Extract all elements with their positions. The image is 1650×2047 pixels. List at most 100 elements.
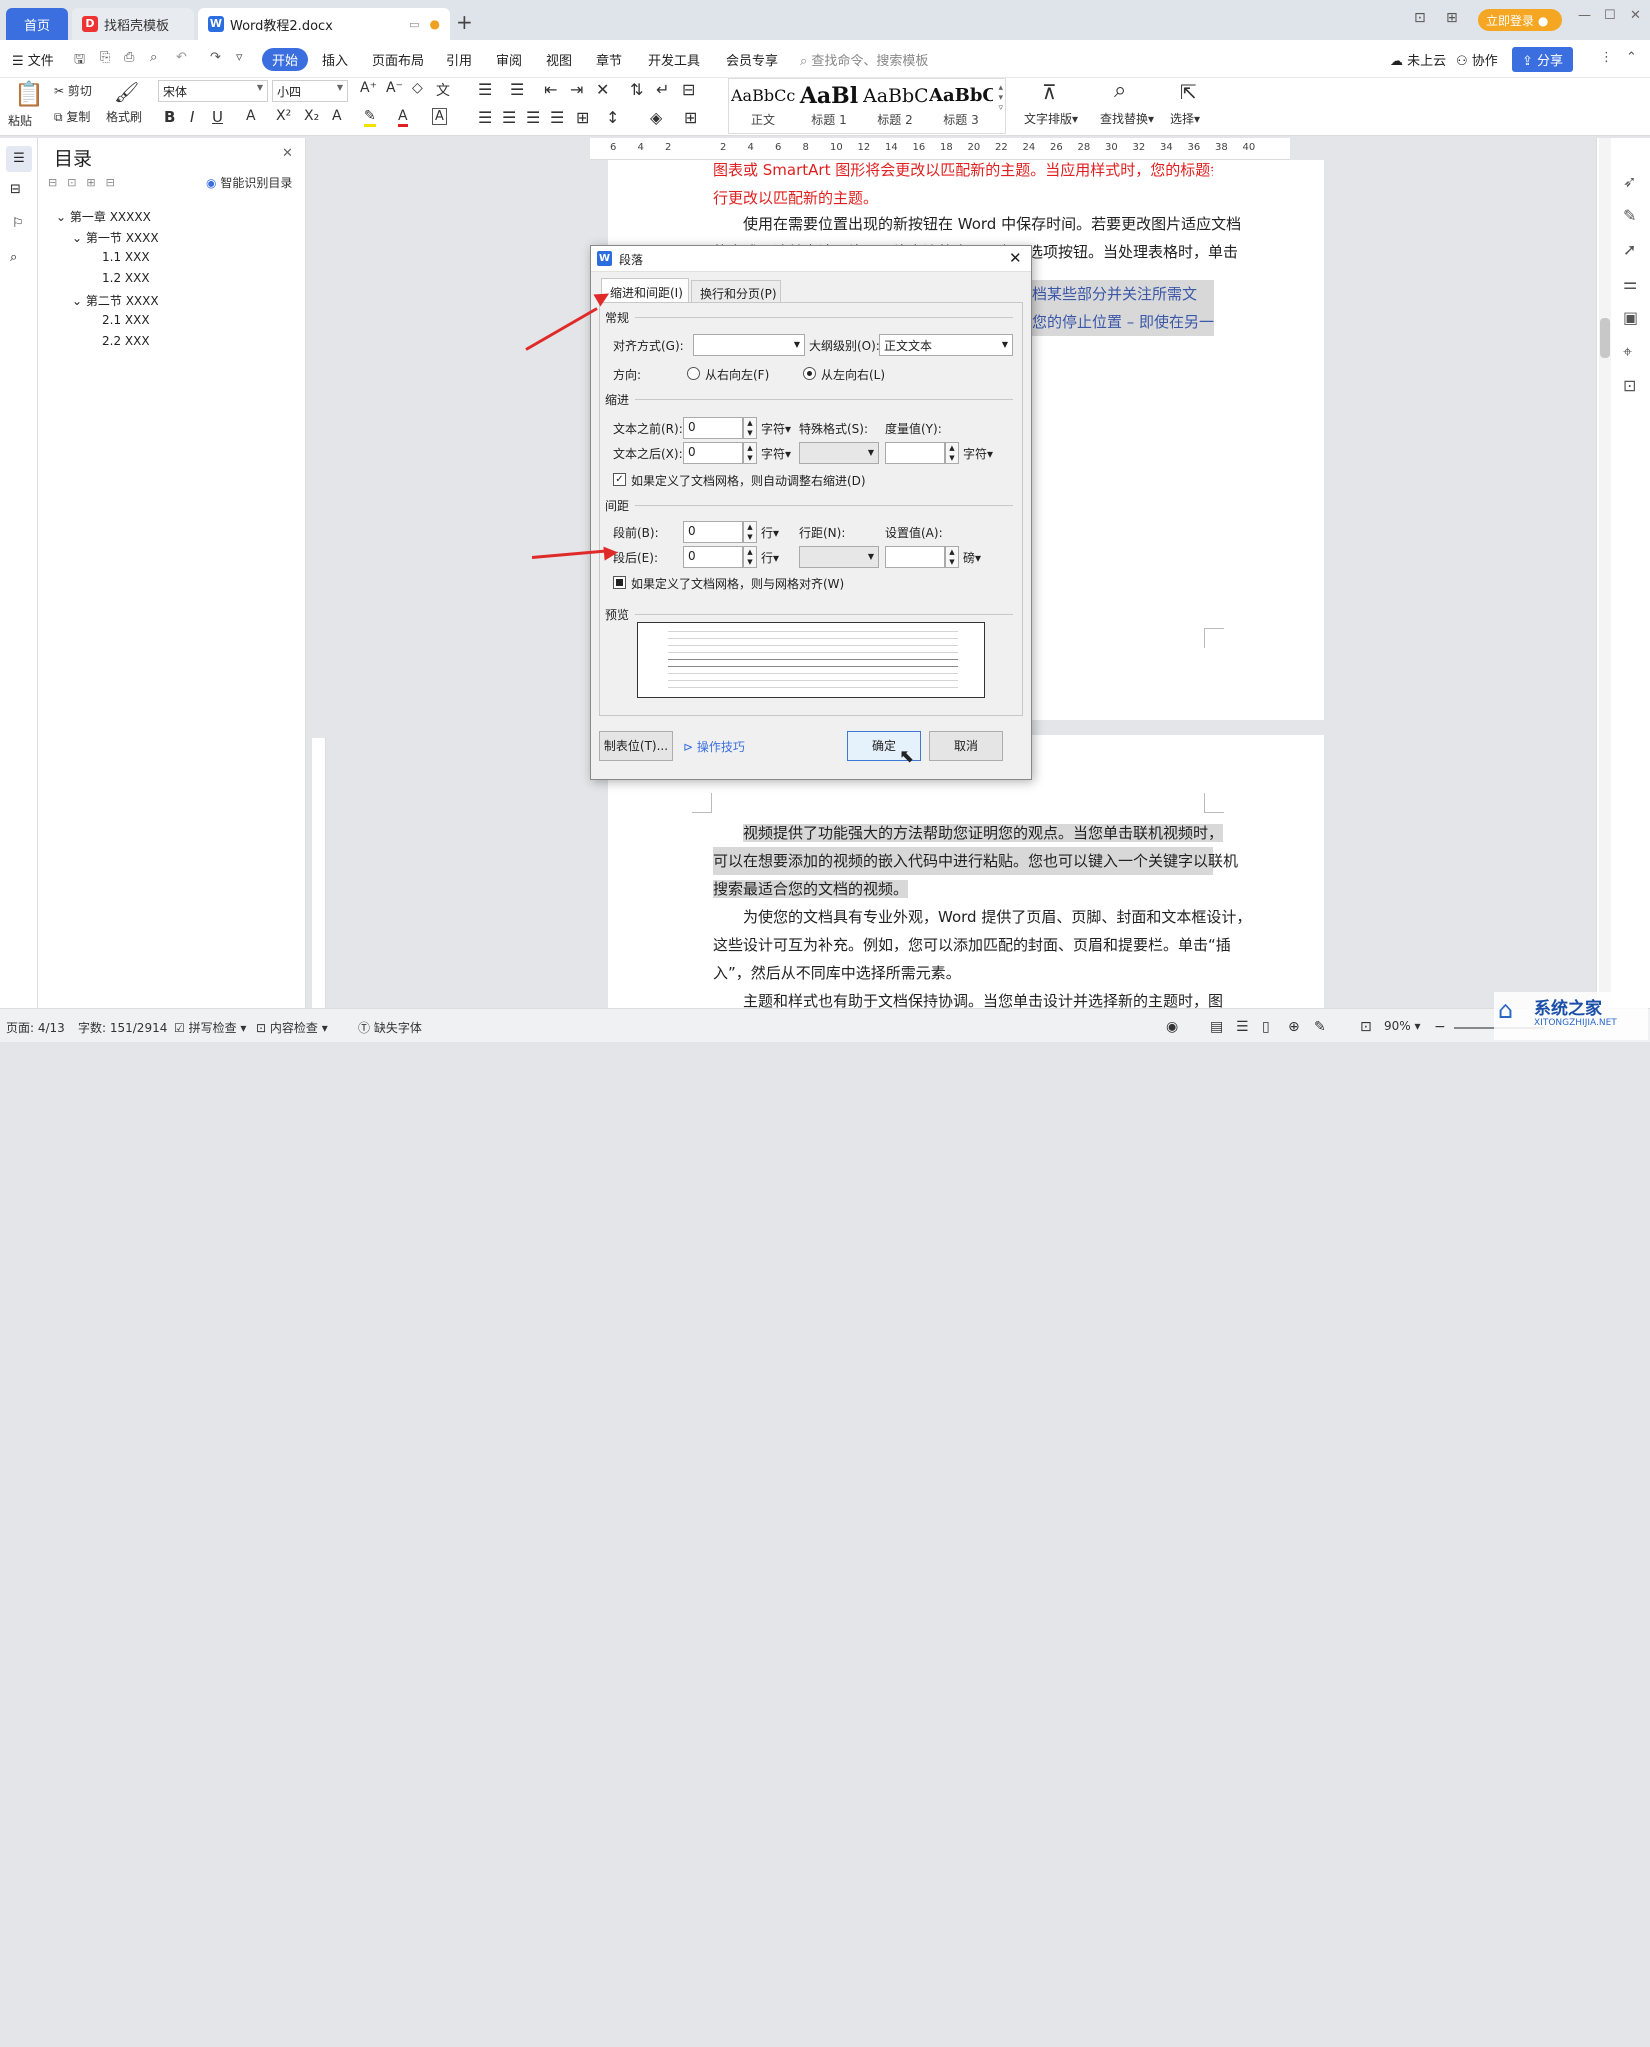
zoom-out-icon[interactable]: − <box>1434 1019 1446 1035</box>
sort-icon[interactable]: ⇅ <box>630 80 643 99</box>
unit-select[interactable]: 字符▾ <box>761 420 791 437</box>
menu-chapter[interactable]: 章节 <box>596 50 622 69</box>
bullets-icon[interactable]: ☰ <box>478 80 492 99</box>
tab-home[interactable]: 首页 <box>6 8 68 40</box>
vertical-ruler[interactable] <box>312 738 326 1008</box>
spinner[interactable]: ▲ ▼ <box>743 417 757 439</box>
dialog-titlebar[interactable]: W 段落 ✕ <box>591 246 1031 272</box>
unit-select[interactable]: 字符▾ <box>761 445 791 462</box>
minimize-icon[interactable]: — <box>1578 8 1591 23</box>
toc-item[interactable]: ⌄ 第一节 XXXX <box>72 229 159 246</box>
close-panel-icon[interactable]: ✕ <box>282 146 293 161</box>
more-dropdown-icon[interactable]: ▿ <box>236 50 243 65</box>
doc-line-highlight[interactable]: 档某些部分并关注所需文本。 <box>1032 280 1214 331</box>
close-window-icon[interactable]: ✕ <box>1630 8 1641 23</box>
zoom-select[interactable]: 90% ▾ <box>1384 1019 1421 1033</box>
show-marks-icon[interactable]: ↵ <box>656 80 669 99</box>
word-count[interactable]: 字数: 151/2914 <box>78 1019 167 1036</box>
paste-icon[interactable]: 📋 <box>14 80 44 108</box>
unit-select[interactable]: 行▾ <box>761 549 779 566</box>
more-icon[interactable]: ⋮ <box>1600 50 1613 65</box>
spinner[interactable]: ▲ ▼ <box>743 546 757 568</box>
tab-indent-spacing[interactable]: 缩进和间距(I) <box>601 278 689 303</box>
align-right-icon[interactable]: ☰ <box>526 108 540 127</box>
style-scroll-icon[interactable]: ▴ ▾ ▿ <box>998 83 1003 113</box>
ltr-radio[interactable] <box>803 367 816 380</box>
page-view-icon[interactable]: ▤ <box>1210 1019 1223 1035</box>
toc-item[interactable]: ⌄ 第一章 XXXXX <box>56 208 151 225</box>
menu-file[interactable]: ☰ 文件 <box>12 50 54 69</box>
collapse-ribbon-icon[interactable]: ⌃ <box>1626 50 1637 65</box>
cancel-button[interactable]: 取消 <box>929 731 1003 761</box>
unit-select[interactable]: 字符▾ <box>963 445 993 462</box>
superscript-icon[interactable]: X² <box>276 108 291 124</box>
select-cursor-icon[interactable]: ⇱ <box>1180 80 1197 104</box>
outline-select[interactable]: 正文文本 ▼ <box>879 334 1013 356</box>
menu-dev[interactable]: 开发工具 <box>648 50 700 69</box>
text-layout-button[interactable]: 文字排版▾ <box>1024 110 1078 127</box>
adjust-icon[interactable]: ⚌ <box>1623 274 1637 293</box>
doc-line-highlight[interactable]: 您的停止位置 – 即使在另一 <box>1032 308 1214 336</box>
after-para-input[interactable]: 0 <box>683 546 743 568</box>
undo-icon[interactable]: ↶ <box>176 50 187 65</box>
format-painter-button[interactable]: 格式刷 <box>106 108 142 125</box>
format-painter-icon[interactable]: 🖌 <box>114 80 139 104</box>
style-normal[interactable]: AaBbCcI 正文 <box>731 81 795 133</box>
dialog-close-icon[interactable]: ✕ <box>1009 249 1022 267</box>
set-value-input[interactable] <box>885 546 945 568</box>
rocket-icon[interactable]: ➶ <box>1623 172 1636 191</box>
spinner[interactable]: ▲ ▼ <box>945 442 959 464</box>
menu-reference[interactable]: 引用 <box>446 50 472 69</box>
maximize-icon[interactable]: ☐ <box>1604 8 1616 23</box>
font-color-icon[interactable]: A <box>398 108 408 127</box>
clear-format-icon[interactable]: ◇ <box>412 80 423 96</box>
page-indicator[interactable]: 页面: 4/13 <box>6 1019 65 1036</box>
scrollbar-thumb[interactable] <box>1600 318 1610 358</box>
increase-indent-icon[interactable]: ⇥ <box>570 80 583 99</box>
pinyin-icon[interactable]: 文 <box>436 80 450 100</box>
book-icon[interactable]: ⊡ <box>1623 376 1636 395</box>
pen-icon[interactable]: ✎ <box>1623 206 1636 225</box>
tab-template[interactable]: D 找稻壳模板 <box>72 8 194 40</box>
measure-input[interactable] <box>885 442 945 464</box>
strikethrough-icon[interactable]: A <box>246 108 256 124</box>
search-icon[interactable]: ⌕ <box>10 250 17 265</box>
toc-item[interactable]: 2.1 XXX <box>102 313 150 327</box>
grow-font-icon[interactable]: A⁺ <box>360 80 377 96</box>
menu-layout[interactable]: 页面布局 <box>372 50 424 69</box>
highlight-icon[interactable]: ✎ <box>364 108 376 127</box>
export-icon[interactable]: ⎘ <box>100 50 110 65</box>
unit-select[interactable]: 行▾ <box>761 524 779 541</box>
find-replace-icon[interactable]: ⌕ <box>1114 78 1126 103</box>
screen-icon[interactable]: ▭ <box>409 18 419 31</box>
subscript-icon[interactable]: X₂ <box>304 108 319 124</box>
cloud-status[interactable]: ☁ 未上云 <box>1390 50 1446 69</box>
shading-icon[interactable]: ◈ <box>650 108 662 127</box>
menu-start[interactable]: 开始 <box>262 48 309 71</box>
underline-icon[interactable]: U <box>212 108 223 126</box>
collab-button[interactable]: ⚇ 协作 <box>1456 50 1498 69</box>
doc-paragraph[interactable]: 图表或 SmartArt 图形将会更改以匹配新的主题。当应用样式时，您的标题会进… <box>713 156 1213 212</box>
after-text-input[interactable]: 0 <box>683 442 743 464</box>
spinner[interactable]: ▲ ▼ <box>743 521 757 543</box>
menu-view[interactable]: 视图 <box>546 50 572 69</box>
tab-document[interactable]: W Word教程2.docx ▭ ● <box>198 8 450 40</box>
find-replace-button[interactable]: 查找替换▾ <box>1100 110 1154 127</box>
style-heading1[interactable]: AaBl 标题 1 <box>797 81 861 133</box>
italic-icon[interactable]: I <box>190 108 194 126</box>
toc-item[interactable]: 1.1 XXX <box>102 250 150 264</box>
web-view-icon[interactable]: ⊕ <box>1288 1019 1300 1035</box>
copy-button[interactable]: ⧉ 复制 <box>54 108 90 125</box>
toc-panel-icon[interactable]: ☰ <box>6 146 32 172</box>
align-select[interactable]: ▼ <box>693 334 805 356</box>
missing-font-button[interactable]: Ⓣ 缺失字体 <box>358 1019 422 1036</box>
redo-icon[interactable]: ↷ <box>210 50 221 65</box>
line-spacing-icon[interactable]: ↕ <box>606 108 619 127</box>
tab-line-page-break[interactable]: 换行和分页(P) <box>691 280 781 303</box>
layout-icon[interactable]: ⊡ <box>1414 10 1426 26</box>
borders-icon[interactable]: ⊞ <box>684 108 697 127</box>
grid-align-checkbox[interactable] <box>613 576 626 589</box>
cursor-icon[interactable]: ➚ <box>1623 240 1636 259</box>
write-view-icon[interactable]: ✎ <box>1314 1019 1326 1035</box>
fit-page-icon[interactable]: ⊡ <box>1360 1019 1372 1035</box>
